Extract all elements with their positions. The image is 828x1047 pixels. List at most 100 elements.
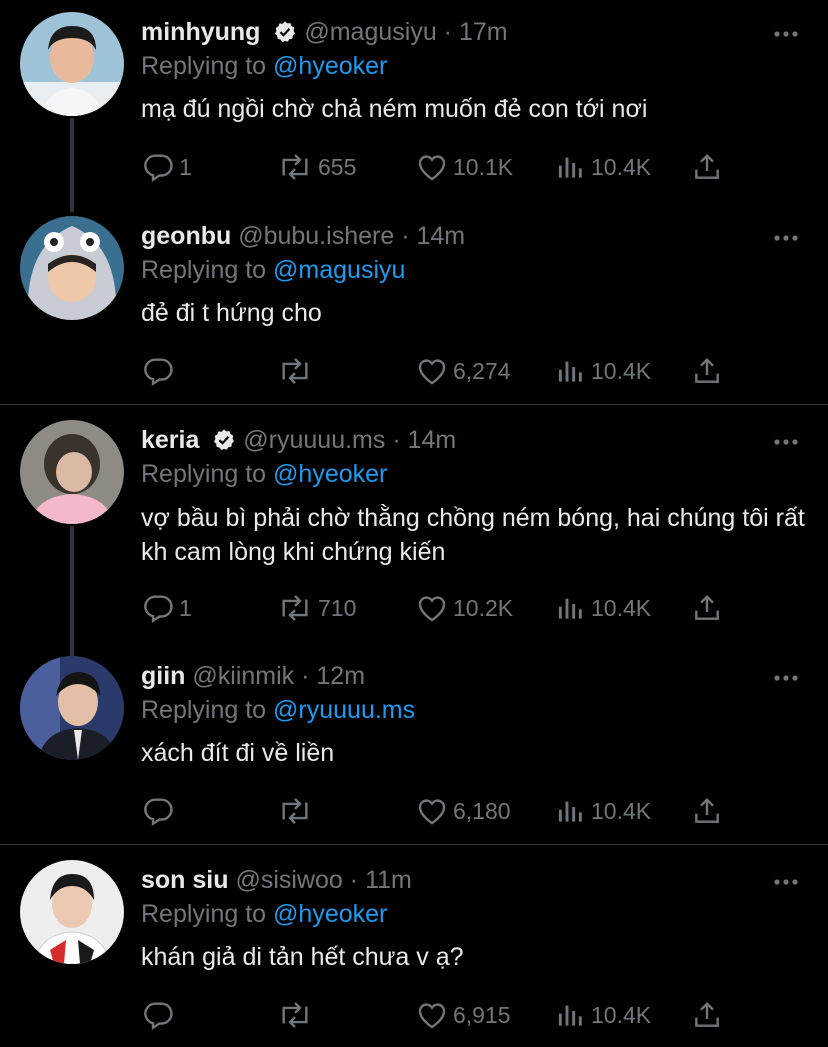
- tweet-minhyung[interactable]: minhyung @magusiyu · 17m Replying to @hy…: [0, 0, 828, 212]
- avatar[interactable]: [20, 656, 124, 760]
- share-button[interactable]: [691, 791, 723, 831]
- replying-to-mention[interactable]: @hyeoker: [273, 460, 387, 488]
- thread-line: [70, 118, 74, 212]
- avatar[interactable]: [20, 420, 124, 524]
- like-count: 10.2K: [453, 594, 514, 621]
- share-button[interactable]: [691, 351, 723, 391]
- replying-to: Replying to @ryuuuu.ms: [141, 692, 415, 728]
- share-button[interactable]: [691, 147, 723, 187]
- reply-button[interactable]: 1: [141, 588, 192, 628]
- heart-icon: [418, 155, 446, 181]
- retweet-icon: [282, 595, 308, 621]
- more-options-icon[interactable]: [773, 874, 799, 892]
- retweet-icon: [282, 1002, 308, 1028]
- views-button[interactable]: 10.4K: [555, 995, 651, 1035]
- tweet-giin[interactable]: giin @kiinmik · 12m Replying to @ryuuuu.…: [0, 644, 828, 844]
- replying-to: Replying to @hyeoker: [141, 456, 387, 492]
- timestamp[interactable]: 11m: [365, 866, 412, 894]
- share-icon: [695, 1001, 719, 1027]
- avatar[interactable]: [20, 860, 124, 964]
- reply-button[interactable]: [141, 995, 175, 1035]
- timestamp[interactable]: 17m: [459, 18, 508, 46]
- handle[interactable]: @bubu.ishere: [238, 222, 394, 250]
- display-name[interactable]: giin: [141, 662, 185, 690]
- tweet-sonsiu[interactable]: son siu @sisiwoo · 11m Replying to @hyeo…: [0, 848, 828, 1047]
- more-options-icon[interactable]: [773, 26, 799, 44]
- views-button[interactable]: 10.4K: [555, 791, 651, 831]
- avatar[interactable]: [20, 216, 124, 320]
- handle[interactable]: @kiinmik: [192, 662, 294, 690]
- display-name[interactable]: son siu: [141, 866, 229, 894]
- tweet-geonbu[interactable]: geonbu @bubu.ishere · 14m Replying to @m…: [0, 204, 828, 404]
- handle[interactable]: @magusiyu: [304, 18, 436, 46]
- share-icon: [695, 797, 719, 823]
- separator-dot: ·: [401, 222, 410, 250]
- views-button[interactable]: 10.4K: [555, 147, 651, 187]
- timestamp[interactable]: 14m: [416, 222, 465, 250]
- handle[interactable]: @ryuuuu.ms: [243, 426, 385, 454]
- like-button[interactable]: 10.2K: [415, 588, 513, 628]
- reply-icon: [144, 798, 173, 827]
- avatar[interactable]: [20, 12, 124, 116]
- display-name[interactable]: keria: [141, 426, 199, 454]
- view-count: 10.4K: [591, 357, 652, 384]
- retweet-button[interactable]: [276, 791, 314, 831]
- reply-icon: [144, 1002, 173, 1031]
- separator-dot: ·: [301, 662, 310, 690]
- replying-label: Replying to: [141, 460, 267, 488]
- share-button[interactable]: [691, 588, 723, 628]
- timestamp[interactable]: 12m: [316, 662, 365, 690]
- tweet-header: son siu @sisiwoo · 11m: [141, 860, 412, 900]
- like-button[interactable]: 6,274: [415, 351, 511, 391]
- replying-to: Replying to @magusiyu: [141, 252, 405, 288]
- retweet-button[interactable]: [276, 995, 314, 1035]
- retweet-button[interactable]: [276, 351, 314, 391]
- replying-label: Replying to: [141, 696, 267, 724]
- replying-to-mention[interactable]: @hyeoker: [273, 900, 387, 928]
- like-count: 10.1K: [453, 153, 514, 180]
- tweet-actions: 6,274 10.4K: [141, 351, 781, 391]
- timestamp[interactable]: 14m: [408, 426, 457, 454]
- heart-icon: [418, 1003, 446, 1029]
- tweet-text: vợ bầu bì phải chờ thằng chồng ném bóng,…: [141, 504, 805, 566]
- tweet-keria[interactable]: keria @ryuuuu.ms · 14m Replying to @hyeo…: [0, 408, 828, 658]
- tweet-actions: 6,180 10.4K: [141, 791, 781, 831]
- reply-icon: [144, 358, 173, 387]
- view-count: 10.4K: [591, 1001, 652, 1028]
- view-count: 10.4K: [591, 797, 652, 824]
- share-icon: [695, 594, 719, 620]
- tweet-header: geonbu @bubu.ishere · 14m: [141, 216, 465, 256]
- display-name[interactable]: geonbu: [141, 222, 231, 250]
- view-count: 10.4K: [591, 594, 652, 621]
- like-button[interactable]: 6,915: [415, 995, 511, 1035]
- views-button[interactable]: 10.4K: [555, 351, 651, 391]
- analytics-icon: [558, 1005, 582, 1026]
- reply-button[interactable]: 1: [141, 147, 192, 187]
- replying-to-mention[interactable]: @ryuuuu.ms: [273, 696, 415, 724]
- tweet-text: mạ đú ngồi chờ chả ném muốn đẻ con tới n…: [141, 95, 648, 123]
- retweet-count: 710: [318, 594, 357, 621]
- retweet-button[interactable]: 655: [276, 147, 356, 187]
- more-options-icon[interactable]: [773, 230, 799, 248]
- like-button[interactable]: 6,180: [415, 791, 511, 831]
- heart-icon: [418, 596, 446, 622]
- replying-label: Replying to: [141, 256, 267, 284]
- replying-to-mention[interactable]: @magusiyu: [273, 256, 405, 284]
- replying-label: Replying to: [141, 52, 267, 80]
- tweet-text: khán giả di tản hết chưa v ạ?: [141, 943, 464, 971]
- handle[interactable]: @sisiwoo: [235, 866, 342, 894]
- retweet-button[interactable]: 710: [276, 588, 356, 628]
- view-count: 10.4K: [591, 153, 652, 180]
- display-name[interactable]: minhyung: [141, 18, 260, 46]
- views-button[interactable]: 10.4K: [555, 588, 651, 628]
- tweet-actions: 1 655 10.1K 10.4K: [141, 147, 781, 187]
- more-options-icon[interactable]: [773, 434, 799, 452]
- more-options-icon[interactable]: [773, 670, 799, 688]
- tweet-text: xách đít đi về liền: [141, 739, 335, 767]
- reply-button[interactable]: [141, 791, 175, 831]
- like-button[interactable]: 10.1K: [415, 147, 513, 187]
- share-button[interactable]: [691, 995, 723, 1035]
- reply-button[interactable]: [141, 351, 175, 391]
- share-icon: [695, 357, 719, 383]
- replying-to-mention[interactable]: @hyeoker: [273, 52, 387, 80]
